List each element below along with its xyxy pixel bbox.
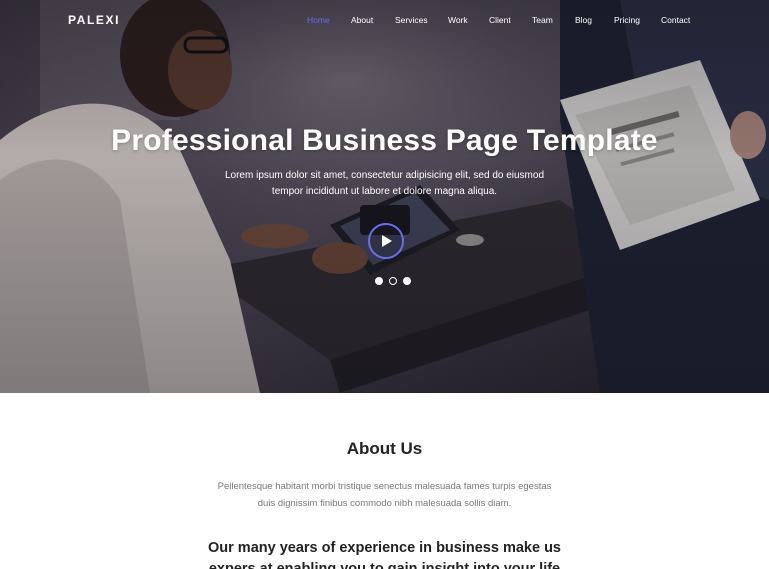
nav-menu: Home About Services Work Client Team Blo…	[0, 15, 769, 29]
slider-dot-2[interactable]	[389, 277, 397, 285]
about-description: Pellentesque habitant morbi tristique se…	[217, 481, 552, 509]
hero-title: Professional Business Page Template	[111, 124, 658, 157]
nav-item-about[interactable]: About	[351, 15, 373, 25]
play-video-button[interactable]	[368, 223, 404, 259]
play-icon	[382, 235, 392, 247]
nav-item-home[interactable]: Home	[307, 15, 330, 25]
nav-item-pricing[interactable]: Pricing	[614, 15, 640, 25]
nav-item-work[interactable]: Work	[448, 15, 468, 25]
nav-item-contact[interactable]: Contact	[661, 15, 690, 25]
navbar: PALEXI Home About Services Work Client T…	[0, 0, 769, 42]
nav-item-team[interactable]: Team	[532, 15, 553, 25]
nav-item-services[interactable]: Services	[395, 15, 428, 25]
hero-subtitle: Lorem ipsum dolor sit amet, consectetur …	[224, 170, 545, 197]
slider-dot-3[interactable]	[403, 277, 411, 285]
slider-dots	[375, 277, 415, 287]
nav-item-client[interactable]: Client	[489, 15, 511, 25]
slider-dot-1[interactable]	[375, 277, 383, 285]
hero-section: PALEXI Home About Services Work Client T…	[0, 0, 769, 393]
about-title: About Us	[346, 439, 423, 458]
about-headline: Our many years of experience in business…	[208, 540, 561, 569]
nav-item-blog[interactable]: Blog	[575, 15, 592, 25]
